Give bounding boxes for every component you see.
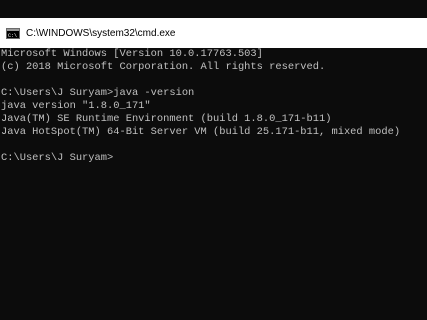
svg-text:C:\: C:\ [8,33,17,39]
cmd-window: C:\ C:\WINDOWS\system32\cmd.exe Microsof… [0,0,427,320]
window-title: C:\WINDOWS\system32\cmd.exe [26,27,176,39]
console-output[interactable]: Microsoft Windows [Version 10.0.17763.50… [0,48,427,320]
console-line: Java HotSpot(TM) 64-Bit Server VM (build… [1,126,401,138]
cmd-icon: C:\ [6,27,20,39]
console-line: java version "1.8.0_171" [1,100,151,112]
console-line: C:\Users\J Suryam>java -version [1,87,195,99]
console-prompt: C:\Users\J Suryam> [1,152,114,164]
console-line: (c) 2018 Microsoft Corporation. All righ… [1,61,326,73]
console-line: Java(TM) SE Runtime Environment (build 1… [1,113,332,125]
title-bar[interactable]: C:\ C:\WINDOWS\system32\cmd.exe [0,18,427,48]
console-line: Microsoft Windows [Version 10.0.17763.50… [1,48,263,60]
